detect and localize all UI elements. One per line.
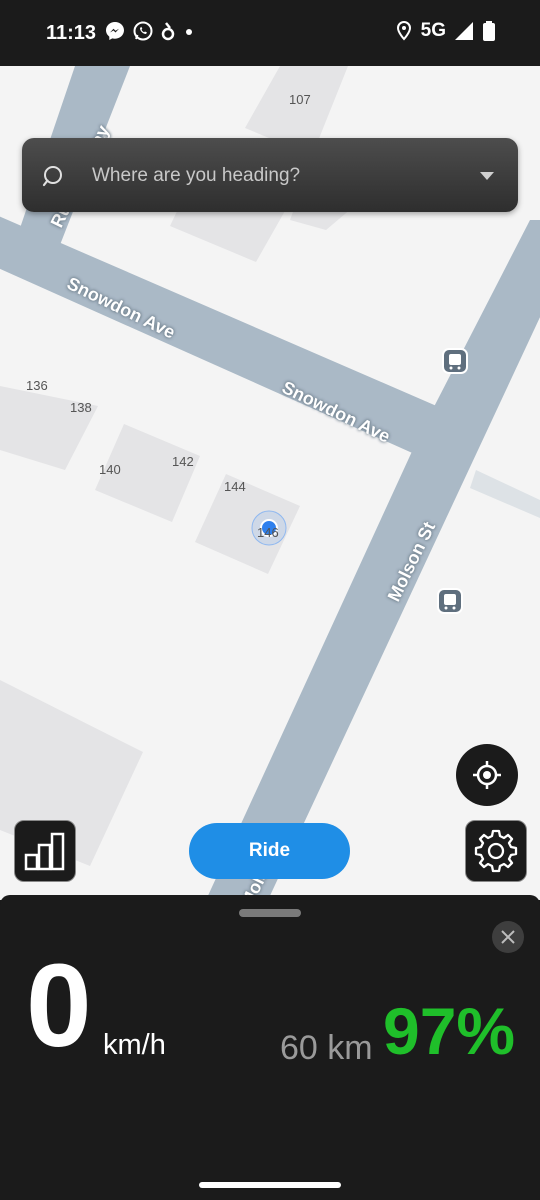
house-number: 140 <box>99 462 121 477</box>
gear-icon <box>474 829 518 873</box>
bus-stop-icon[interactable] <box>437 588 463 614</box>
home-indicator[interactable] <box>199 1182 341 1188</box>
house-number: 136 <box>26 378 48 393</box>
building <box>0 386 98 470</box>
bar-chart-icon <box>24 832 65 871</box>
battery-percentage: 97% <box>383 994 516 1068</box>
drag-handle[interactable] <box>239 909 301 917</box>
house-number: 142 <box>172 454 194 469</box>
close-button[interactable] <box>492 921 524 953</box>
destination-search-input[interactable] <box>90 160 474 192</box>
house-number: 146 <box>257 525 279 540</box>
speed-value: 0 <box>26 940 92 1072</box>
search-icon <box>42 166 62 187</box>
range-value: 60 km <box>280 1029 373 1067</box>
house-number: 107 <box>289 92 311 107</box>
house-number: 138 <box>70 400 92 415</box>
system-icons: 5G <box>395 20 496 42</box>
road-side-east <box>470 470 540 518</box>
whatsapp-icon <box>133 21 153 41</box>
ride-button[interactable]: Ride <box>189 823 350 879</box>
settings-button[interactable] <box>465 820 527 882</box>
dot-icon <box>186 29 192 35</box>
search-bar[interactable] <box>22 138 518 212</box>
recenter-button[interactable] <box>456 744 518 806</box>
ride-dashboard-panel: 0 km/h 60 km 97% <box>0 895 540 1200</box>
speed-unit: km/h <box>103 1029 166 1061</box>
status-bar: 11:13 5G <box>0 0 540 66</box>
close-icon <box>501 930 515 944</box>
status-time: 11:13 <box>46 22 97 44</box>
notification-icons <box>104 20 196 42</box>
signal-icon <box>455 22 473 40</box>
bus-stop-icon[interactable] <box>442 348 468 374</box>
messenger-icon <box>106 22 124 40</box>
stats-button[interactable] <box>14 820 76 882</box>
dropdown-arrow-icon[interactable] <box>480 172 494 180</box>
network-type: 5G <box>420 20 446 41</box>
house-number: 144 <box>224 479 246 494</box>
battery-icon <box>483 21 495 41</box>
app-notification-icon <box>161 22 175 41</box>
location-icon <box>396 20 411 41</box>
crosshair-icon <box>473 761 501 789</box>
